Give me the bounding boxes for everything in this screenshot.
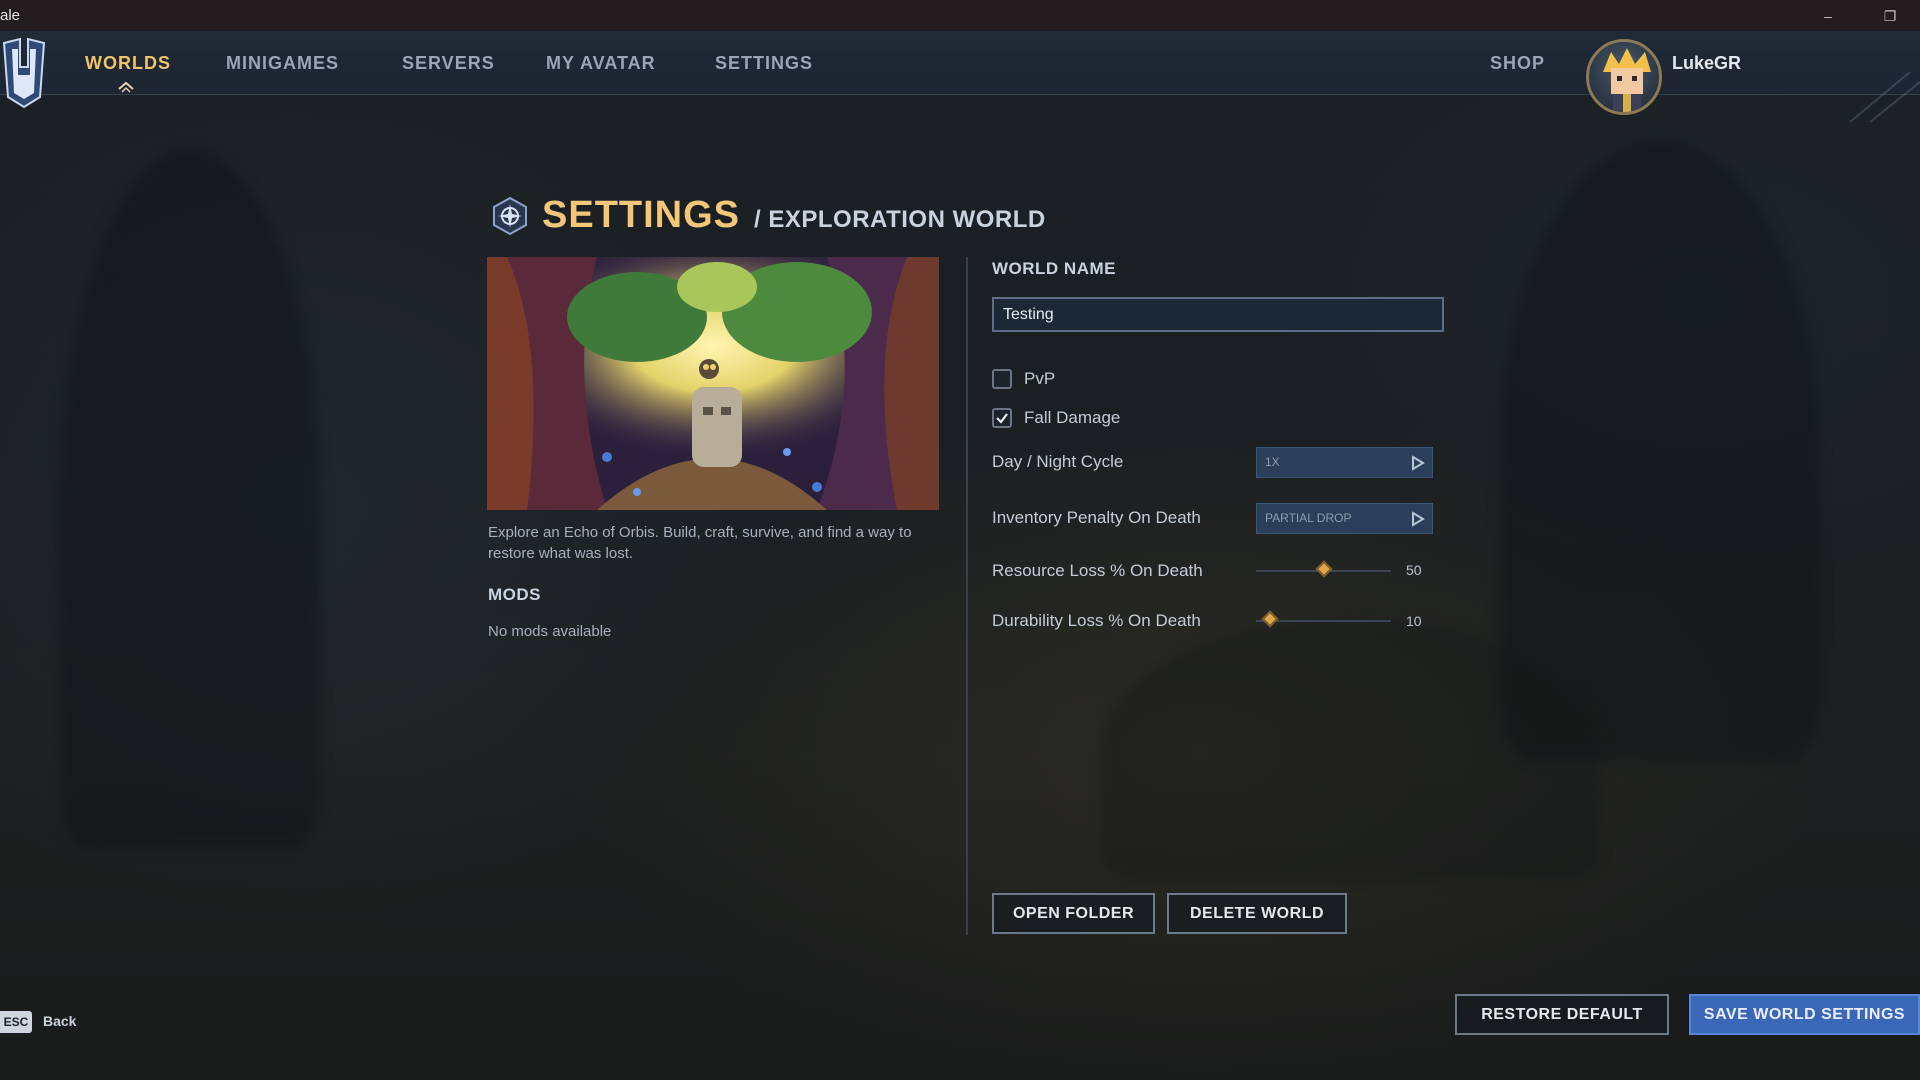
checkmark-icon — [996, 413, 1008, 424]
mods-empty-text: No mods available — [488, 623, 612, 640]
delete-world-button[interactable]: DELETE WORLD — [1167, 893, 1347, 934]
fall-damage-label: Fall Damage — [1024, 408, 1121, 427]
world-name-label: WORLD NAME — [992, 259, 1116, 278]
window-titlebar: ale – ❐ — [0, 0, 1920, 31]
world-name-input[interactable] — [992, 297, 1444, 332]
world-preview-image — [487, 257, 939, 510]
pvp-checkbox[interactable] — [992, 369, 1012, 389]
next-option-icon[interactable] — [1411, 511, 1425, 527]
next-option-icon[interactable] — [1411, 455, 1425, 471]
page-title: SETTINGS — [542, 194, 741, 236]
nav-servers[interactable]: SERVERS — [402, 53, 495, 74]
page-header: SETTINGS / EXPLORATION WORLD — [490, 194, 1046, 237]
world-description: Explore an Echo of Orbis. Build, craft, … — [488, 524, 912, 562]
save-world-settings-button[interactable]: SAVE WORLD SETTINGS — [1689, 994, 1920, 1035]
pvp-toggle[interactable]: PvP — [992, 369, 1055, 389]
fall-damage-toggle[interactable]: Fall Damage — [992, 408, 1120, 428]
resource-loss-value: 50 — [1406, 562, 1422, 578]
nav-worlds[interactable]: WORLDS — [85, 53, 171, 74]
forest-illustration — [487, 257, 939, 510]
inventory-penalty-selector[interactable]: PARTIAL DROP — [1256, 503, 1433, 534]
inventory-penalty-label: Inventory Penalty On Death — [992, 508, 1201, 527]
pvp-label: PvP — [1024, 369, 1056, 388]
avatar-character-icon — [1603, 48, 1651, 112]
nav-minigames[interactable]: MINIGAMES — [226, 53, 339, 74]
nav-shop[interactable]: SHOP — [1490, 53, 1545, 74]
avatar[interactable] — [1586, 39, 1662, 115]
world-settings-emblem-icon — [493, 196, 527, 235]
day-night-selector[interactable]: 1X — [1256, 447, 1433, 478]
durability-loss-value: 10 — [1406, 613, 1422, 629]
window-title: ale — [0, 7, 21, 24]
back-label[interactable]: Back — [43, 1013, 76, 1029]
esc-key-hint[interactable]: ESC — [0, 1011, 32, 1033]
nav-settings[interactable]: SETTINGS — [715, 53, 813, 74]
day-night-value: 1X — [1265, 455, 1280, 469]
nav-my-avatar[interactable]: MY AVATAR — [546, 53, 656, 74]
page-subtitle: / EXPLORATION WORLD — [754, 205, 1046, 233]
mods-heading: MODS — [488, 585, 541, 604]
fall-damage-checkbox[interactable] — [992, 408, 1012, 428]
open-folder-button[interactable]: OPEN FOLDER — [992, 893, 1155, 934]
panel-divider — [966, 257, 968, 935]
username[interactable]: LukeGR — [1672, 53, 1741, 74]
restore-default-button[interactable]: RESTORE DEFAULT — [1455, 994, 1669, 1035]
restore-icon[interactable]: ❐ — [1880, 6, 1900, 26]
game-logo-icon[interactable] — [0, 37, 48, 109]
resource-loss-slider-thumb[interactable] — [1315, 560, 1332, 578]
active-tab-indicator-icon — [118, 81, 134, 93]
day-night-label: Day / Night Cycle — [992, 452, 1124, 471]
durability-loss-label: Durability Loss % On Death — [992, 611, 1201, 630]
minimize-icon[interactable]: – — [1818, 6, 1838, 26]
nav-decoration-icon — [1849, 71, 1920, 123]
resource-loss-label: Resource Loss % On Death — [992, 561, 1203, 580]
inventory-penalty-value: PARTIAL DROP — [1265, 511, 1352, 525]
